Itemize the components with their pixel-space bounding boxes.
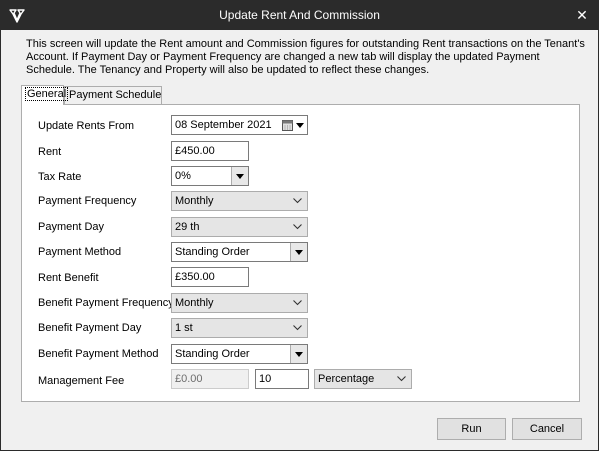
payment-day-value: 29 th — [175, 221, 200, 233]
benefit-payment-frequency-value: Monthly — [175, 297, 214, 309]
tab-general-label: General — [24, 87, 69, 101]
rent-benefit-input[interactable]: £350.00 — [171, 267, 249, 287]
payment-method-label: Payment Method — [38, 246, 122, 258]
chevron-down-icon — [293, 198, 302, 204]
run-button[interactable]: Run — [437, 418, 506, 440]
update-rents-from-value: 08 September 2021 — [175, 119, 272, 131]
tax-rate-label: Tax Rate — [38, 171, 82, 183]
benefit-payment-frequency-label: Benefit Payment Frequency — [38, 297, 174, 309]
general-panel: Update Rents From 08 September 2021 Rent… — [21, 104, 580, 402]
payment-day-label: Payment Day — [38, 221, 105, 233]
chevron-down-icon — [397, 376, 406, 382]
chevron-down-icon — [295, 250, 303, 255]
update-rents-from-date-picker[interactable]: 08 September 2021 — [171, 115, 308, 135]
management-fee-value-input[interactable]: 10 — [255, 369, 309, 389]
update-rents-from-label: Update Rents From — [38, 120, 134, 132]
chevron-down-icon — [293, 224, 302, 230]
tab-payment-schedule-label: Payment Schedule — [69, 89, 162, 101]
payment-method-value: Standing Order — [175, 246, 250, 258]
chevron-down-icon — [293, 325, 302, 331]
title-bar: Update Rent And Commission ✕ — [0, 0, 599, 30]
management-fee-label: Management Fee — [38, 375, 125, 387]
benefit-payment-method-label: Benefit Payment Method — [38, 348, 159, 360]
calendar-icon[interactable] — [282, 120, 293, 131]
management-fee-type-value: Percentage — [318, 373, 375, 385]
payment-method-dropdown-button[interactable] — [290, 243, 307, 261]
rent-benefit-label: Rent Benefit — [38, 272, 99, 284]
rent-input[interactable]: £450.00 — [171, 141, 249, 161]
tax-rate-dropdown-button[interactable] — [231, 167, 248, 185]
payment-frequency-label: Payment Frequency — [38, 195, 137, 207]
payment-day-select[interactable]: 29 th — [171, 217, 308, 237]
benefit-payment-method-select[interactable]: Standing Order — [171, 344, 308, 364]
benefit-payment-method-value: Standing Order — [175, 348, 250, 360]
close-icon[interactable]: ✕ — [571, 4, 593, 26]
management-fee-amount-input: £0.00 — [171, 369, 249, 389]
tax-rate-select[interactable]: 0% — [171, 166, 249, 186]
cancel-button[interactable]: Cancel — [512, 418, 582, 440]
date-dropdown-arrow-icon[interactable] — [296, 123, 304, 128]
payment-frequency-select[interactable]: Monthly — [171, 191, 308, 211]
payment-method-select[interactable]: Standing Order — [171, 242, 308, 262]
benefit-payment-day-label: Benefit Payment Day — [38, 322, 142, 334]
management-fee-type-select[interactable]: Percentage — [314, 369, 412, 389]
tax-rate-value: 0% — [175, 170, 191, 182]
benefit-payment-frequency-select[interactable]: Monthly — [171, 293, 308, 313]
rent-label: Rent — [38, 146, 62, 158]
benefit-payment-day-value: 1 st — [175, 322, 193, 334]
chevron-down-icon — [295, 352, 303, 357]
tab-payment-schedule[interactable]: Payment Schedule — [64, 86, 162, 104]
chevron-down-icon — [236, 174, 244, 179]
benefit-payment-day-select[interactable]: 1 st — [171, 318, 308, 338]
benefit-payment-method-dropdown-button[interactable] — [290, 345, 307, 363]
tab-general[interactable]: General — [21, 85, 69, 105]
payment-frequency-value: Monthly — [175, 195, 214, 207]
chevron-down-icon — [293, 300, 302, 306]
window-title: Update Rent And Commission — [219, 8, 380, 22]
description-text: This screen will update the Rent amount … — [26, 38, 585, 76]
